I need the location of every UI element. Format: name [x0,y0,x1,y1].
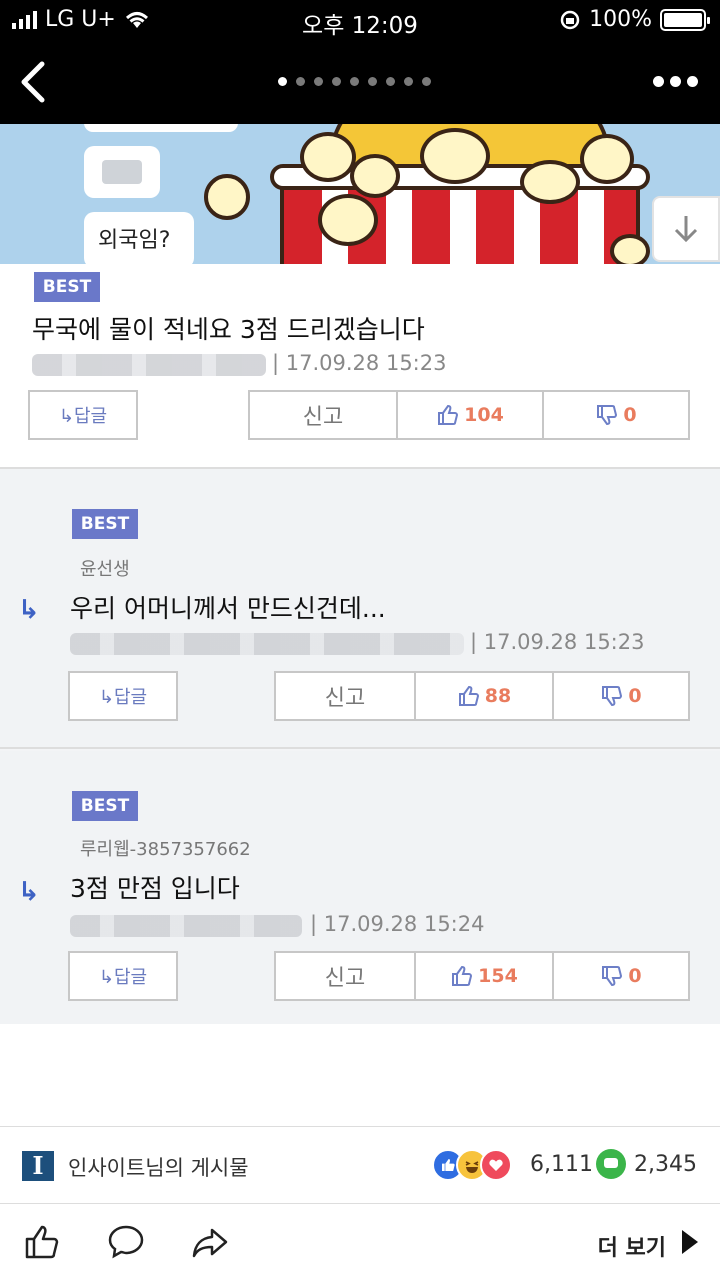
comments-count[interactable]: 2,345 [634,1152,697,1177]
battery-icon [660,8,710,31]
more-button[interactable]: 더 보기 [598,1230,666,1262]
share-icon[interactable] [190,1222,230,1262]
downvote-count: 0 [628,685,642,707]
page-dot [350,77,359,86]
comment-date: 17.09.28 15:23 [483,630,645,654]
blurred-author [70,915,302,937]
upvote-count: 154 [478,965,518,987]
comment-text: 무국에 물이 적네요 3점 드리겠습니다 [32,315,425,344]
downvote-count: 0 [628,965,642,987]
rotation-lock-icon [560,10,580,29]
upvote-button[interactable]: 104 [396,390,544,440]
comment-item: BEST 윤선생 ↳ 우리 어머니께서 만드신건데... | 17.09.28 … [0,469,720,749]
chat-bubble [84,124,238,132]
thumbs-up-icon [458,685,479,706]
comment-text: 우리 어머니께서 만드신건데... [70,594,386,623]
page-dot [404,77,413,86]
downvote-button[interactable]: 0 [552,951,690,1001]
action-bar: 더 보기 [0,1204,720,1280]
report-button[interactable]: 신고 [248,390,398,440]
thumbs-up-icon [438,404,459,425]
reply-button[interactable]: ↳답글 [28,390,138,440]
best-badge: BEST [72,509,138,539]
upvote-button[interactable]: 154 [414,951,554,1001]
page-name[interactable]: 인사이트님의 게시물 [68,1152,249,1182]
top-nav-bar [0,40,720,124]
reply-button[interactable]: ↳답글 [68,951,178,1001]
play-arrow-icon[interactable] [676,1226,702,1258]
upvote-button[interactable]: 88 [414,671,554,721]
chat-text: 외국임? [98,228,171,253]
comment-date: 17.09.28 15:24 [323,912,485,936]
thumbs-up-icon [452,965,473,986]
page-dot [314,77,323,86]
page-dot [332,77,341,86]
page-dot [422,77,431,86]
comment-date: 17.09.28 15:23 [285,351,447,375]
report-button[interactable]: 신고 [274,951,416,1001]
downvote-button[interactable]: 0 [552,671,690,721]
page-indicator [278,77,431,86]
page-dot [296,77,305,86]
comment-text: 3점 만점 입니다 [70,874,240,903]
comment-item: BEST 무국에 물이 적네요 3점 드리겠습니다 | 17.09.28 15:… [0,264,720,469]
reply-arrow-icon: ↳ [18,877,40,907]
reactions[interactable] [432,1149,512,1181]
reply-button[interactable]: ↳답글 [68,671,178,721]
comment-author: 루리웹-3857357662 [80,839,251,860]
page-dot [386,77,395,86]
blurred-author [70,633,464,655]
love-reaction-icon [480,1149,512,1181]
thumbs-down-icon [602,686,623,707]
page-logo[interactable]: I [22,1151,54,1181]
report-button[interactable]: 신고 [274,671,416,721]
comment-bubble-icon [596,1149,626,1179]
downvote-button[interactable]: 0 [542,390,690,440]
comment-item: BEST 루리웹-3857357662 ↳ 3점 만점 입니다 | 17.09.… [0,751,720,1024]
reactions-count[interactable]: 6,111 [530,1152,593,1177]
battery-percent: 100% [589,7,652,32]
upvote-count: 88 [484,685,512,707]
blurred-author [32,354,266,376]
page-dot [278,77,287,86]
post-info-bar: I 인사이트님의 게시물 6,111 2,345 [0,1126,720,1204]
image-banner: 외국임? [0,124,720,264]
more-options-icon[interactable] [653,76,698,87]
downvote-count: 0 [623,404,637,426]
reply-arrow-icon: ↳ [18,595,40,625]
thumbs-down-icon [602,966,623,987]
arrow-down-icon [674,216,698,243]
best-badge: BEST [72,791,138,821]
comment-author: 윤선생 [80,559,130,580]
upvote-count: 104 [464,404,504,426]
page-dot [368,77,377,86]
scroll-down-button[interactable] [652,196,720,262]
comment-icon[interactable] [106,1222,146,1262]
best-badge: BEST [34,272,100,302]
back-icon[interactable] [16,60,50,104]
chat-bubble: 외국임? [84,212,194,264]
thumbs-down-icon [597,405,618,426]
chat-bubble [84,146,160,198]
like-icon[interactable] [22,1222,62,1262]
post-image[interactable]: 외국임? BEST 무국에 물이 적네요 3점 드리겠습니다 | 17.09.2… [0,124,720,1024]
status-bar: LG U+ 오후 12:09 100% [0,0,720,40]
